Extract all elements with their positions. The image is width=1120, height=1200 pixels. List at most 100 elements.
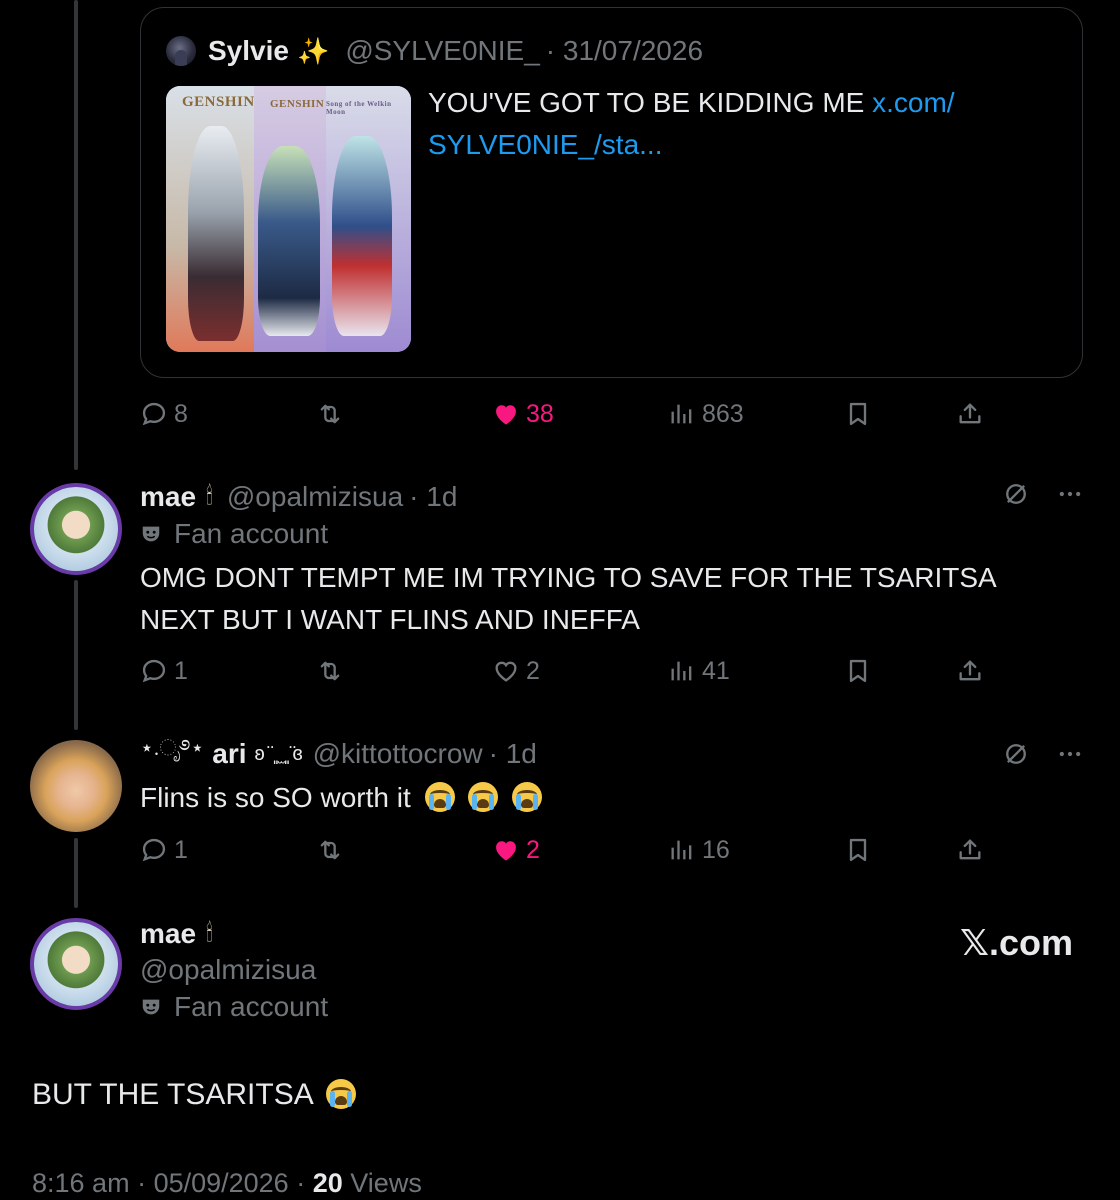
reply2-name-suffix: ʚ ̈ ͈ ̫ ͈ ̈ɞ bbox=[254, 742, 303, 765]
views-button[interactable]: 863 bbox=[668, 394, 744, 434]
action-bar: 8 38 863 bbox=[0, 394, 1120, 434]
view-count: 16 bbox=[702, 835, 730, 864]
retweet-button[interactable] bbox=[316, 830, 344, 870]
focus-name[interactable]: mae bbox=[140, 918, 196, 950]
focus-fan-label: Fan account bbox=[140, 991, 328, 1023]
quote-date: · 31/07/2026 bbox=[545, 35, 704, 66]
like-button[interactable]: 2 bbox=[492, 651, 540, 691]
quote-author-avatar[interactable] bbox=[166, 36, 196, 66]
like-count: 2 bbox=[526, 835, 540, 864]
share-icon bbox=[959, 660, 981, 681]
reply-button[interactable]: 1 bbox=[140, 830, 188, 870]
focus-meta: 8:16 am · 05/09/2026 · 20 Views bbox=[32, 1168, 422, 1199]
quoted-tweet-header: Sylvie ✨ @SYLVE0NIE_ · 31/07/2026 bbox=[166, 30, 703, 72]
post-time[interactable]: 8:16 am bbox=[32, 1168, 130, 1198]
post-date[interactable]: · 05/09/2026 · bbox=[137, 1168, 305, 1198]
quote-author-handle[interactable]: @SYLVE0NIE_ bbox=[345, 35, 539, 67]
quote-body: YOU'VE GOT TO BE KIDDING ME bbox=[428, 87, 865, 118]
fan-account-text: Fan account bbox=[174, 518, 329, 549]
like-button[interactable]: 38 bbox=[492, 394, 554, 434]
reply2-time: · 1d bbox=[488, 738, 537, 769]
character-figure bbox=[258, 146, 320, 336]
reply-icon bbox=[142, 402, 166, 426]
heart-icon bbox=[496, 405, 516, 425]
retweet-icon bbox=[320, 840, 340, 860]
more-icon[interactable] bbox=[1056, 740, 1084, 768]
bookmark-icon bbox=[849, 838, 867, 862]
reply2-body: Flins is so SO worth it bbox=[140, 782, 411, 813]
reply2-name-prefix: ⋆.ೃ࿔⋆ bbox=[140, 735, 205, 760]
character-figure bbox=[332, 136, 392, 336]
fan-account-text: Fan account bbox=[174, 991, 329, 1022]
reply2-avatar[interactable] bbox=[30, 740, 122, 832]
share-icon bbox=[959, 839, 981, 860]
focus-body: BUT THE TSARITSA bbox=[32, 1078, 313, 1111]
quote-author-name[interactable]: Sylvie bbox=[208, 35, 289, 67]
reply2-header: ⋆.ೃ࿔⋆ ari ʚ ̈ ͈ ̫ ͈ ̈ɞ @kittottocrow · 1… bbox=[140, 734, 537, 774]
grok-icon[interactable] bbox=[1002, 480, 1030, 508]
focus-avatar[interactable] bbox=[30, 918, 122, 1010]
x-brand-watermark: 𝕏.com bbox=[960, 922, 1074, 963]
bookmark-icon bbox=[849, 402, 867, 426]
like-button[interactable]: 2 bbox=[492, 830, 540, 870]
reply1-right-icons bbox=[1002, 480, 1084, 508]
retweet-button[interactable] bbox=[316, 651, 344, 691]
sparkle-emoji: ✨ bbox=[296, 35, 330, 66]
loudly-crying-emoji bbox=[468, 782, 499, 812]
bookmark-icon bbox=[849, 659, 867, 683]
reply1-avatar[interactable] bbox=[30, 483, 122, 575]
views-icon bbox=[671, 661, 692, 681]
reply2-handle[interactable]: @kittottocrow bbox=[313, 738, 483, 770]
fan-mask-icon bbox=[142, 526, 160, 542]
thumb-logo-3: Song of the Welkin Moon bbox=[326, 100, 392, 116]
retweet-icon bbox=[320, 404, 340, 424]
retweet-icon bbox=[320, 661, 340, 681]
share-button[interactable] bbox=[956, 651, 984, 691]
reply-count: 8 bbox=[174, 399, 188, 428]
reply2-name[interactable]: ari bbox=[212, 738, 246, 770]
views-icon bbox=[671, 404, 692, 424]
character-figure bbox=[188, 126, 244, 341]
view-count: 41 bbox=[702, 656, 730, 685]
heart-icon bbox=[496, 841, 516, 861]
views-button[interactable]: 16 bbox=[668, 830, 730, 870]
share-button[interactable] bbox=[956, 394, 984, 434]
bookmark-button[interactable] bbox=[844, 830, 872, 870]
heart-icon bbox=[495, 661, 517, 682]
thumb-logo-2: GENSHIN bbox=[270, 98, 325, 110]
share-button[interactable] bbox=[956, 830, 984, 870]
retweet-button[interactable] bbox=[316, 394, 344, 434]
more-icon[interactable] bbox=[1056, 480, 1084, 508]
loudly-crying-emoji bbox=[326, 1079, 357, 1109]
focus-text: BUT THE TSARITSA bbox=[32, 1078, 357, 1112]
reply2-text: Flins is so SO worth it bbox=[140, 777, 543, 819]
quote-text: YOU'VE GOT TO BE KIDDING ME x.com/SYLVE0… bbox=[428, 82, 1028, 166]
loudly-crying-emoji bbox=[512, 782, 543, 812]
reply-icon bbox=[142, 838, 166, 862]
reply-count: 1 bbox=[174, 656, 188, 685]
quote-media-thumbnail[interactable]: GENSHIN GENSHIN Song of the Welkin Moon bbox=[166, 86, 411, 352]
share-icon bbox=[959, 403, 981, 424]
focus-header: mae 🕯 bbox=[140, 914, 227, 954]
reply2-right-icons bbox=[1002, 740, 1084, 768]
grok-icon[interactable] bbox=[1002, 740, 1030, 768]
candle-emoji: 🕯 bbox=[206, 483, 213, 510]
fan-mask-icon bbox=[142, 999, 160, 1015]
views-button[interactable]: 41 bbox=[668, 651, 730, 691]
bookmark-button[interactable] bbox=[844, 651, 872, 691]
reply1-text-line2: NEXT BUT I WANT FLINS AND INEFFA bbox=[140, 604, 640, 635]
reply1-handle[interactable]: @opalmizisua bbox=[227, 481, 403, 513]
quote-link-part2[interactable]: SYLVE0NIE_/sta... bbox=[428, 129, 663, 160]
reply1-time: · 1d bbox=[409, 481, 458, 512]
view-count: 863 bbox=[702, 399, 744, 428]
views-total: 20 bbox=[312, 1168, 343, 1198]
candle-emoji: 🕯 bbox=[206, 920, 213, 947]
reply-button[interactable]: 1 bbox=[140, 651, 188, 691]
focus-handle[interactable]: @opalmizisua bbox=[140, 954, 316, 986]
bookmark-button[interactable] bbox=[844, 394, 872, 434]
reply1-name[interactable]: mae bbox=[140, 481, 196, 513]
quote-link-part1[interactable]: x.com/ bbox=[872, 87, 954, 118]
reply1-text-line1: OMG DONT TEMPT ME IM TRYING TO SAVE FOR … bbox=[140, 562, 997, 593]
views-label: Views bbox=[350, 1168, 422, 1198]
reply-button[interactable]: 8 bbox=[140, 394, 188, 434]
